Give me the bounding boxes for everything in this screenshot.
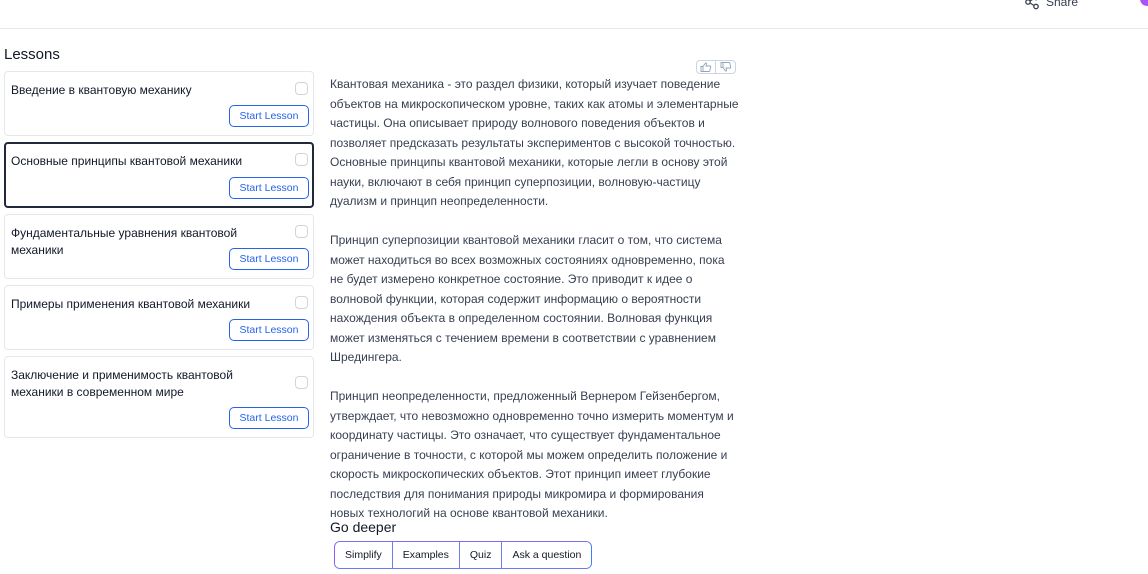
lesson-complete-checkbox[interactable] (295, 153, 308, 166)
lesson-complete-checkbox[interactable] (295, 376, 308, 389)
lessons-title: Lessons (4, 46, 60, 63)
lesson-complete-checkbox[interactable] (295, 82, 308, 95)
lesson-complete-checkbox[interactable] (295, 296, 308, 309)
top-bar: Share (0, 0, 1148, 29)
start-lesson-button[interactable]: Start Lesson (229, 407, 309, 429)
avatar[interactable] (1140, 0, 1148, 6)
lesson-card-3[interactable]: Фундаментальные уравнения квантовой меха… (4, 214, 314, 279)
lesson-card-4[interactable]: Примеры применения квантовой механики St… (4, 285, 314, 350)
content-paragraph: Принцип суперпозиции квантовой механики … (330, 233, 725, 364)
quiz-button[interactable]: Quiz (459, 542, 503, 568)
go-deeper-buttons: Simplify Examples Quiz Ask a question (334, 541, 593, 569)
content-paragraph: Принцип неопределенности, предложенный В… (330, 389, 734, 520)
examples-button[interactable]: Examples (392, 542, 460, 568)
lesson-content: Квантовая механика - это раздел физики, … (330, 75, 740, 543)
go-deeper-title: Go deeper (330, 519, 397, 535)
start-lesson-button[interactable]: Start Lesson (229, 319, 309, 341)
lesson-title: Введение в квантовую механику (11, 83, 192, 97)
lesson-title: Примеры применения квантовой механики (11, 297, 251, 311)
share-button[interactable]: Share (1024, 0, 1078, 10)
lesson-complete-checkbox[interactable] (295, 225, 308, 238)
share-icon (1025, 0, 1039, 10)
thumbs-up-icon (700, 62, 712, 72)
thumbs-down-icon (720, 62, 731, 72)
lesson-card-2[interactable]: Основные принципы квантовой механики Sta… (4, 142, 314, 208)
simplify-button[interactable]: Simplify (335, 542, 393, 568)
lesson-card-1[interactable]: Введение в квантовую механику Start Less… (4, 71, 314, 136)
feedback-buttons (696, 60, 736, 74)
content-paragraph: Квантовая механика - это раздел физики, … (330, 77, 739, 208)
start-lesson-button[interactable]: Start Lesson (229, 105, 309, 127)
start-lesson-button[interactable]: Start Lesson (229, 248, 309, 270)
thumbs-down-button[interactable] (716, 60, 736, 74)
lesson-card-5[interactable]: Заключение и применимость квантовой меха… (4, 356, 314, 438)
thumbs-up-button[interactable] (696, 60, 716, 74)
lesson-title: Основные принципы квантовой механики (11, 154, 243, 168)
lesson-title: Заключение и применимость квантовой меха… (11, 368, 233, 399)
start-lesson-button[interactable]: Start Lesson (229, 177, 309, 199)
share-label: Share (1046, 0, 1079, 9)
ask-question-button[interactable]: Ask a question (502, 542, 592, 568)
